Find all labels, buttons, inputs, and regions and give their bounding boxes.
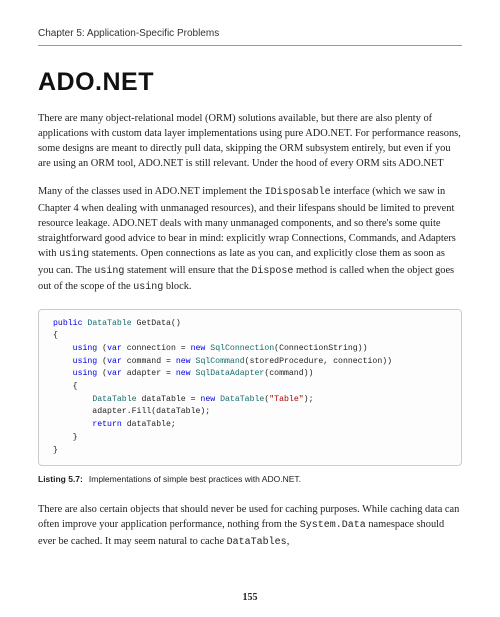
code-text: dataTable = <box>137 395 201 404</box>
code-text: connection = <box>122 344 191 353</box>
code-text: { <box>53 382 78 391</box>
code-keyword: using <box>73 357 98 366</box>
code-text: command = <box>122 357 176 366</box>
body-paragraph-2: Many of the classes used in ADO.NET impl… <box>38 184 462 295</box>
inline-code: using <box>59 249 89 260</box>
listing-caption: Listing 5.7: Implementations of simple be… <box>38 474 462 484</box>
code-listing: public DataTable GetData() { using (var … <box>38 309 462 467</box>
code-text <box>53 344 73 353</box>
inline-code: IDisposable <box>265 187 331 198</box>
text: statement will ensure that the <box>124 265 251 276</box>
text: block. <box>163 281 191 292</box>
code-keyword: using <box>73 344 98 353</box>
code-text: dataTable; <box>122 420 176 429</box>
code-keyword: new <box>200 395 215 404</box>
code-keyword: new <box>191 344 206 353</box>
page-number: 155 <box>0 592 500 603</box>
code-keyword: new <box>176 357 191 366</box>
code-keyword: var <box>107 344 122 353</box>
code-text: adapter = <box>122 369 176 378</box>
code-text: ( <box>97 369 107 378</box>
code-type: SqlDataAdapter <box>196 369 265 378</box>
code-text <box>53 420 92 429</box>
code-text: (storedProcedure, connection)) <box>245 357 392 366</box>
code-text <box>53 395 92 404</box>
text: , <box>287 536 290 547</box>
code-keyword: return <box>92 420 121 429</box>
code-type: SqlConnection <box>210 344 274 353</box>
inline-code: Dispose <box>251 266 293 277</box>
code-text: adapter.Fill(dataTable); <box>53 407 210 416</box>
code-string: "Table" <box>269 395 303 404</box>
body-paragraph-3: There are also certain objects that shou… <box>38 502 462 550</box>
page-title: ADO.NET <box>38 68 462 97</box>
chapter-header: Chapter 5: Application-Specific Problems <box>38 28 462 46</box>
listing-label: Listing 5.7: <box>38 474 83 484</box>
inline-code: System.Data <box>300 520 366 531</box>
code-type: DataTable <box>220 395 264 404</box>
code-text: ( <box>97 357 107 366</box>
code-keyword: using <box>73 369 98 378</box>
text: Many of the classes used in ADO.NET impl… <box>38 186 265 197</box>
code-type: SqlCommand <box>196 357 245 366</box>
code-type: DataTable <box>92 395 136 404</box>
code-text: GetData() <box>132 319 181 328</box>
code-keyword: public <box>53 319 82 328</box>
body-paragraph-1: There are many object-relational model (… <box>38 111 462 171</box>
code-text: (command)) <box>264 369 313 378</box>
code-text: { <box>53 331 58 340</box>
code-keyword: var <box>107 369 122 378</box>
code-text: (ConnectionString)) <box>274 344 367 353</box>
code-type: DataTable <box>87 319 131 328</box>
code-text: } <box>53 446 58 455</box>
code-keyword: var <box>107 357 122 366</box>
code-text <box>53 357 73 366</box>
listing-text: Implementations of simple best practices… <box>89 474 301 484</box>
inline-code: using <box>133 282 163 293</box>
code-text <box>53 369 73 378</box>
inline-code: using <box>94 266 124 277</box>
code-keyword: new <box>176 369 191 378</box>
code-text: ); <box>304 395 314 404</box>
code-text: ( <box>97 344 107 353</box>
code-text: } <box>53 433 78 442</box>
inline-code: DataTables <box>227 537 287 548</box>
